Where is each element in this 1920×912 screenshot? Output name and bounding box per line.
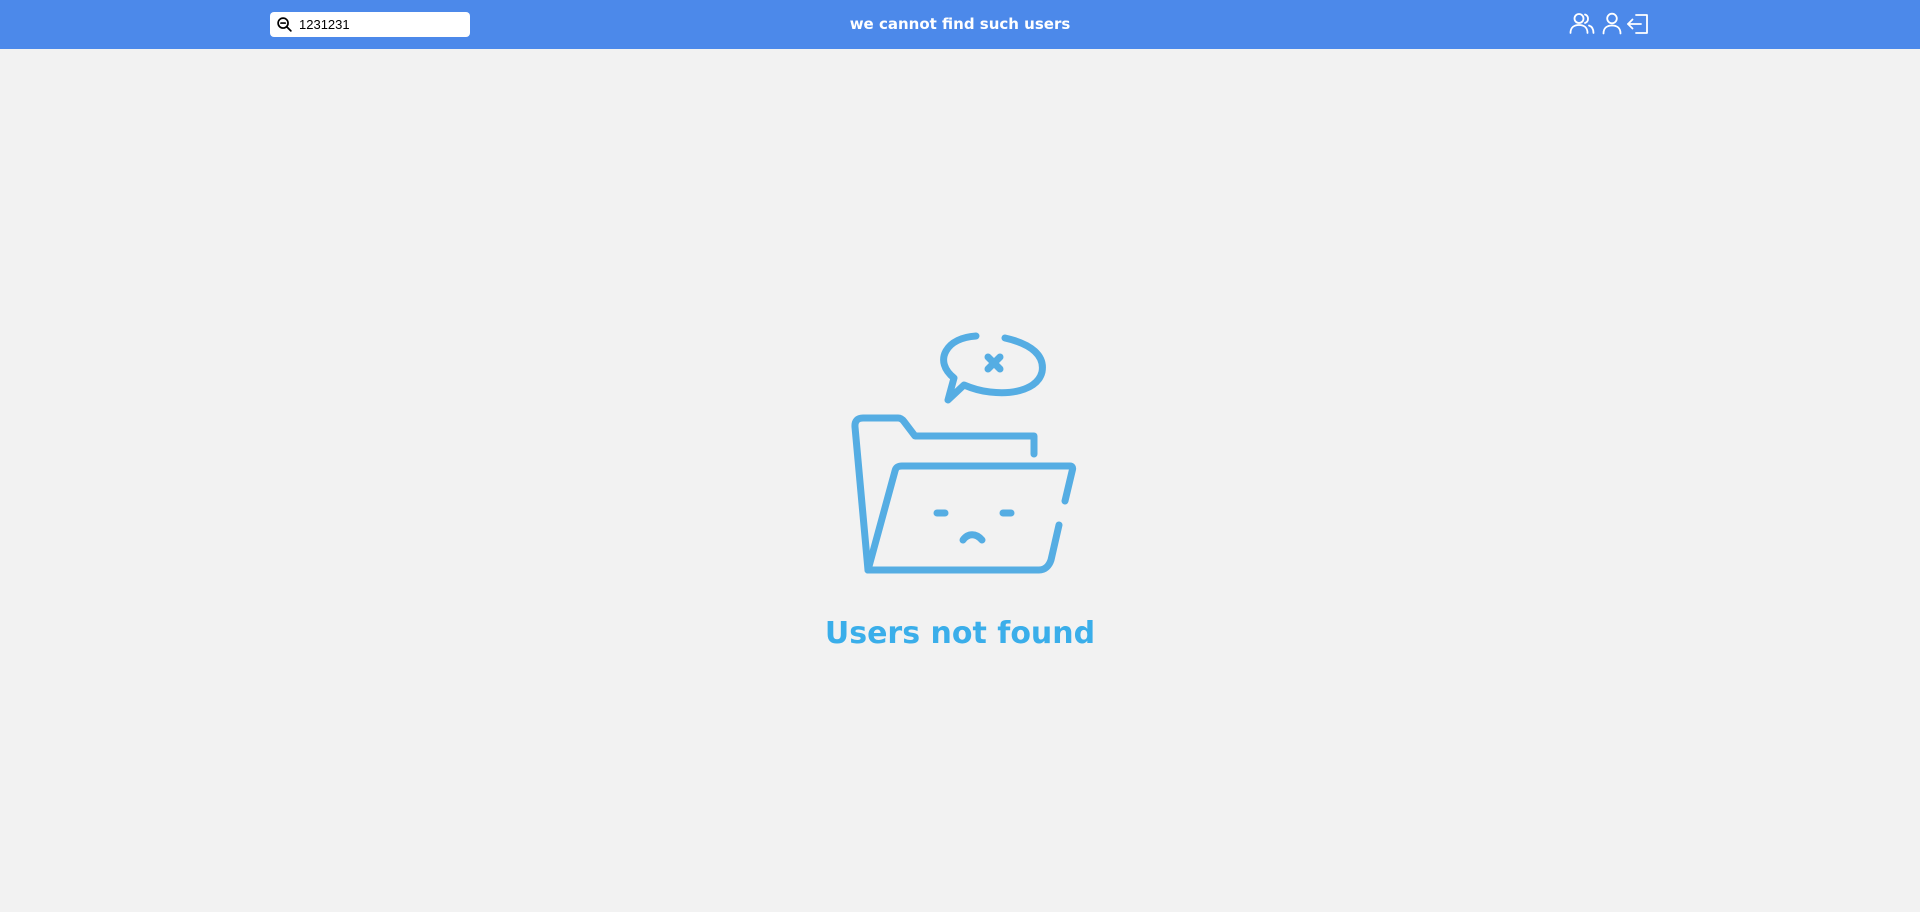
users-icon[interactable]	[1568, 10, 1596, 38]
logout-icon[interactable]	[1625, 10, 1653, 38]
user-profile-icon[interactable]	[1598, 10, 1626, 38]
empty-state-title: Users not found	[824, 616, 1096, 651]
sad-folder-icon	[851, 332, 1077, 574]
top-bar: we cannot find such users	[0, 0, 1920, 49]
